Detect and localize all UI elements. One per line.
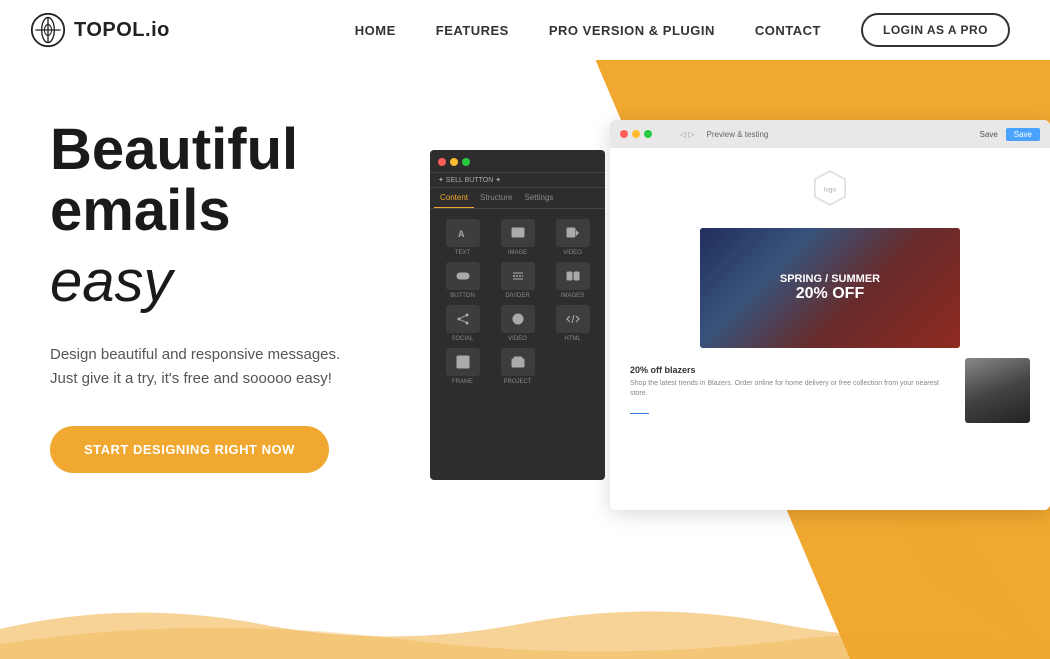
preview-hero-image: SPRING / SUMMER 20% OFF [700, 228, 960, 348]
editor-item-video-top[interactable]: VIDEO [548, 219, 597, 256]
editor-icon-social [446, 305, 480, 333]
preview-hex-logo: logo [810, 168, 850, 208]
editor-tab-structure[interactable]: Structure [474, 188, 518, 208]
editor-icon-html [556, 305, 590, 333]
logo-icon [30, 12, 66, 48]
svg-text:logo: logo [824, 186, 837, 193]
editor-item-video2[interactable]: VIDEO [493, 305, 542, 342]
save-button[interactable]: Save [980, 130, 998, 139]
editor-icon-project [501, 348, 535, 376]
preview-dot-yellow [632, 130, 640, 138]
window-dot-yellow [450, 158, 458, 166]
editor-grid: A TEXT IMAGE [430, 209, 605, 395]
preview-testing-tab[interactable]: Preview & testing [707, 130, 972, 139]
preview-section-title: 20% off blazers [630, 365, 955, 375]
save-pro-button[interactable]: Save [1006, 128, 1040, 141]
preview-dot-green [644, 130, 652, 138]
editor-icon-image [501, 219, 535, 247]
editor-icon-divider [501, 262, 535, 290]
editor-item-image[interactable]: IMAGE [493, 219, 542, 256]
preview-section-body: Shop the latest trends in Blazers. Order… [630, 379, 955, 399]
nav-home[interactable]: HOME [355, 23, 396, 38]
nav-features[interactable]: FEATURES [436, 23, 509, 38]
preview-window-dots [620, 130, 652, 138]
logo[interactable]: TOPOL.io [30, 12, 170, 48]
svg-text:A: A [458, 229, 465, 239]
header: TOPOL.io HOME FEATURES PRO VERSION & PLU… [0, 0, 1050, 60]
window-dot-green [462, 158, 470, 166]
editor-icon-text: A [446, 219, 480, 247]
preview-section-link[interactable] [630, 406, 649, 414]
editor-icon-video2 [501, 305, 535, 333]
editor-icon-frame [446, 348, 480, 376]
window-dot-red [438, 158, 446, 166]
preview-logo: logo [790, 148, 870, 228]
editor-item-html[interactable]: HTML [548, 305, 597, 342]
editor-item-images[interactable]: IMAGES [548, 262, 597, 299]
editor-item-divider[interactable]: DIVIDER [493, 262, 542, 299]
hero-description: Design beautiful and responsive messages… [50, 343, 410, 391]
nav-contact[interactable]: CONTACT [755, 23, 821, 38]
hero-left: Beautiful emails easy Design beautiful a… [0, 0, 500, 473]
nav-pro[interactable]: PRO VERSION & PLUGIN [549, 23, 715, 38]
logo-text: TOPOL.io [74, 19, 170, 42]
editor-item-text[interactable]: A TEXT [438, 219, 487, 256]
hero-subtitle: easy [50, 252, 460, 313]
preview-text-block: 20% off blazers Shop the latest trends i… [630, 365, 955, 417]
login-button[interactable]: LOGIN AS A PRO [861, 13, 1010, 47]
preview-hero-text: SPRING / SUMMER 20% OFF [780, 273, 880, 303]
preview-dot-red [620, 130, 628, 138]
preview-topbar: ◁ ▷ Preview & testing Save Save [610, 120, 1050, 148]
preview-panel: ◁ ▷ Preview & testing Save Save logo [610, 120, 1050, 510]
editor-icon-images [556, 262, 590, 290]
hero-title: Beautiful emails [50, 120, 460, 242]
preview-thumbnail [965, 358, 1030, 423]
editor-icon-button [446, 262, 480, 290]
editor-tab-content[interactable]: Content [434, 188, 474, 208]
preview-label: ◁ ▷ [680, 130, 695, 139]
cta-button[interactable]: START DESIGNING RIGHT NOW [50, 426, 329, 473]
preview-content-section: 20% off blazers Shop the latest trends i… [610, 348, 1050, 433]
editor-panel: ✦ SELL BUTTON ✦ Content Structure Settin… [430, 150, 605, 480]
editor-breadcrumb: ✦ SELL BUTTON ✦ [430, 173, 605, 188]
editor-tab-settings[interactable]: Settings [519, 188, 560, 208]
editor-item-social[interactable]: SOCIAL [438, 305, 487, 342]
main-nav: HOME FEATURES PRO VERSION & PLUGIN CONTA… [355, 13, 1010, 47]
editor-toolbar [430, 150, 605, 173]
editor-icon-video-top [556, 219, 590, 247]
editor-item-frame[interactable]: FRAME [438, 348, 487, 385]
editor-item-button[interactable]: BUTTON [438, 262, 487, 299]
editor-item-project[interactable]: PROJECT [493, 348, 542, 385]
editor-tabs: Content Structure Settings [430, 188, 605, 209]
preview-content: logo SPRING / SUMMER 20% OFF 20 [610, 148, 1050, 510]
